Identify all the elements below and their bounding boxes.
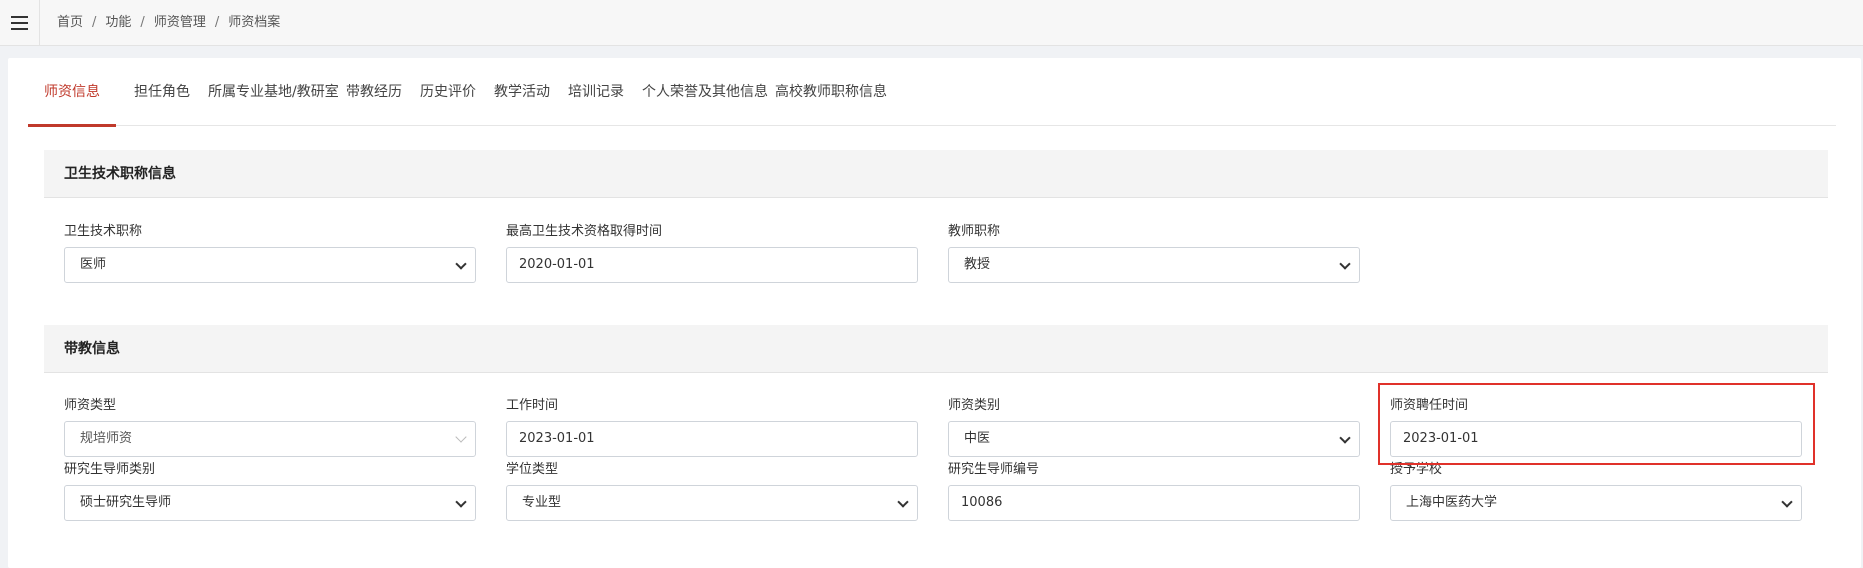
tab-bar: 师资信息 担任角色 所属专业基地/教研室 带教经历 历史评价 教学活动 培训记录… (28, 70, 1836, 127)
teacher-category-select[interactable]: 中医 (948, 421, 1360, 457)
chevron-down-icon (897, 496, 909, 508)
field-teacher-title: 教师职称 教授 (948, 223, 1360, 283)
field-label: 卫生技术职称 (64, 224, 143, 239)
field-supervisor-number: 研究生导师编号 10086 (948, 461, 1360, 521)
breadcrumb: 首页 / 功能 / 师资管理 / 师资档案 (57, 15, 281, 30)
field-label: 最高卫生技术资格取得时间 (506, 224, 663, 239)
teacher-type-select[interactable]: 规培师资 (64, 421, 476, 457)
section-title: 带教信息 (44, 325, 1828, 373)
field-label: 授予学校 (1390, 462, 1443, 477)
work-time-input[interactable]: 2023-01-01 (506, 421, 918, 457)
field-health-title: 卫生技术职称 医师 (64, 223, 476, 283)
select-value: 医师 (80, 257, 107, 272)
content-card: 师资信息 担任角色 所属专业基地/教研室 带教经历 历史评价 教学活动 培训记录… (8, 58, 1861, 568)
appointment-time-input[interactable]: 2023-01-01 (1390, 421, 1802, 457)
tab-teacher-info[interactable]: 师资信息 (28, 70, 116, 127)
select-value: 上海中医药大学 (1406, 495, 1498, 510)
select-value: 规培师资 (80, 431, 133, 446)
select-value: 中医 (964, 431, 991, 446)
field-degree-type: 学位类型 专业型 (506, 461, 918, 521)
top-bar: 首页 / 功能 / 师资管理 / 师资档案 (0, 0, 1863, 46)
chevron-down-icon (1781, 496, 1793, 508)
breadcrumb-teacher-archive: 师资档案 (228, 15, 281, 30)
field-qualification-date: 最高卫生技术资格取得时间 2020-01-01 (506, 223, 918, 283)
field-label: 师资聘任时间 (1390, 398, 1469, 413)
select-value: 硕士研究生导师 (80, 495, 172, 510)
select-value: 教授 (964, 257, 991, 272)
chevron-down-icon (455, 431, 467, 443)
field-label: 师资类别 (948, 398, 1001, 413)
hamburger-menu-icon[interactable] (0, 0, 40, 46)
field-work-time: 工作时间 2023-01-01 (506, 397, 918, 457)
field-label: 工作时间 (506, 398, 559, 413)
field-label: 师资类型 (64, 398, 117, 413)
field-teacher-category: 师资类别 中医 (948, 397, 1360, 457)
field-label: 研究生导师类别 (64, 462, 156, 477)
breadcrumb-teacher-management[interactable]: 师资管理 (154, 15, 206, 30)
tab-college-title[interactable]: 高校教师职称信息 (759, 70, 903, 126)
field-label: 学位类型 (506, 462, 559, 477)
health-title-select[interactable]: 医师 (64, 247, 476, 283)
select-value: 专业型 (522, 495, 562, 510)
field-teacher-type: 师资类型 规培师资 (64, 397, 476, 457)
chevron-down-icon (455, 496, 467, 508)
qualification-date-input[interactable]: 2020-01-01 (506, 247, 918, 283)
chevron-down-icon (1339, 258, 1351, 270)
teacher-title-select[interactable]: 教授 (948, 247, 1360, 283)
field-label: 教师职称 (948, 224, 1001, 239)
field-appointment-time: 师资聘任时间 2023-01-01 (1390, 397, 1802, 457)
section-teaching-info: 带教信息 师资类型 规培师资 工作时间 2023-01-01 师资类别 中医 师… (44, 325, 1828, 545)
awarding-school-select[interactable]: 上海中医药大学 (1390, 485, 1802, 521)
field-supervisor-category: 研究生导师类别 硕士研究生导师 (64, 461, 476, 521)
field-label: 研究生导师编号 (948, 462, 1040, 477)
chevron-down-icon (1339, 432, 1351, 444)
field-awarding-school: 授予学校 上海中医药大学 (1390, 461, 1802, 521)
section-health-title: 卫生技术职称信息 卫生技术职称 医师 最高卫生技术资格取得时间 2020-01-… (44, 150, 1828, 304)
supervisor-number-input[interactable]: 10086 (948, 485, 1360, 521)
supervisor-category-select[interactable]: 硕士研究生导师 (64, 485, 476, 521)
section-title: 卫生技术职称信息 (44, 150, 1828, 198)
breadcrumb-functions[interactable]: 功能 (105, 15, 131, 30)
breadcrumb-home[interactable]: 首页 (57, 15, 83, 30)
chevron-down-icon (455, 258, 467, 270)
degree-type-select[interactable]: 专业型 (506, 485, 918, 521)
